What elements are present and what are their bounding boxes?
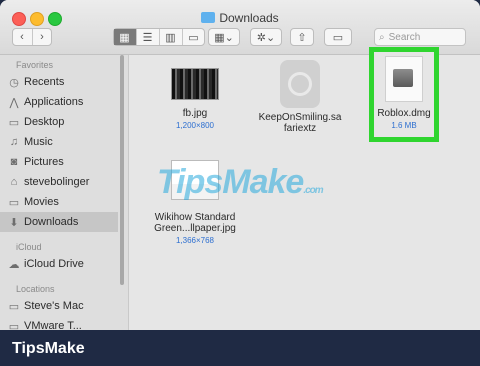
icon-view-icon[interactable]: ▦	[113, 29, 137, 45]
photo-thumbnail	[171, 68, 219, 100]
sidebar-item-movies[interactable]: ▭ Movies	[0, 192, 118, 212]
file-roblox-dmg-highlight[interactable]: Roblox.dmg 1.6 MB	[369, 47, 439, 142]
tags-button[interactable]: ▭	[324, 28, 352, 46]
home-icon: ⌂	[10, 176, 18, 188]
sidebar-section-locations: Locations	[16, 284, 55, 294]
file-keeponsmiling-safariextz[interactable]: KeepOnSmiling.sa fariextz	[250, 60, 350, 134]
sidebar-item-pictures[interactable]: ◙ Pictures	[0, 152, 118, 172]
clock-icon: ◷	[9, 76, 19, 89]
camera-icon: ◙	[10, 156, 18, 168]
sidebar-item-applications[interactable]: ⋀ Applications	[0, 92, 118, 112]
back-button[interactable]: ‹	[13, 29, 33, 45]
gear-icon: ✲⌄	[256, 31, 276, 44]
sidebar: Favorites ◷ Recents ⋀ Applications ▭ Deskto…	[0, 55, 129, 330]
computer-icon: ▭	[8, 300, 20, 313]
list-view-icon[interactable]: ☰	[137, 29, 160, 45]
sidebar-scrollbar[interactable]	[120, 55, 124, 285]
sidebar-item-steves-mac[interactable]: ▭ Steve's Mac	[0, 296, 118, 316]
forward-button[interactable]: ›	[33, 29, 52, 45]
sidebar-section-icloud: iCloud	[16, 242, 42, 252]
sidebar-item-icloud-drive[interactable]: ☁ iCloud Drive	[0, 254, 118, 274]
applications-icon: ⋀	[9, 96, 19, 109]
folder-icon	[201, 12, 216, 23]
safari-extension-icon	[280, 60, 320, 108]
file-fb-jpg[interactable]: fb.jpg 1,200×800	[160, 68, 230, 130]
group-by-button[interactable]: ▦⌄	[208, 28, 240, 46]
gallery-view-icon[interactable]: ▭	[183, 29, 205, 45]
cloud-icon: ☁	[8, 258, 20, 271]
tag-icon: ▭	[332, 31, 344, 44]
sidebar-item-recents[interactable]: ◷ Recents	[0, 72, 118, 92]
window-title: Downloads	[0, 11, 480, 25]
action-menu-button[interactable]: ✲⌄	[250, 28, 282, 46]
downloads-icon: ⬇	[9, 216, 19, 229]
watermark-logo: TipsMake.com	[157, 163, 324, 201]
view-mode-control: ▦ ☰ ▥ ▭	[113, 28, 205, 46]
music-icon: ♫	[9, 136, 19, 148]
sidebar-item-downloads[interactable]: ⬇ Downloads	[0, 212, 118, 232]
folder-icon: ▭	[8, 196, 20, 209]
disk-icon: ▭	[8, 320, 20, 331]
file-roblox-dmg[interactable]: Roblox.dmg 1.6 MB	[374, 56, 434, 130]
search-field[interactable]: ⌕ Search	[374, 28, 466, 46]
column-view-icon[interactable]: ▥	[160, 29, 183, 45]
back-forward-control: ‹ ›	[12, 28, 52, 46]
search-icon: ⌕	[379, 31, 385, 43]
sidebar-item-vmware[interactable]: ▭ VMware T...	[0, 316, 118, 330]
brand-logo: TipsMake	[12, 340, 85, 357]
sidebar-section-favorites: Favorites	[16, 60, 54, 70]
desktop-icon: ▭	[8, 116, 20, 129]
sidebar-item-desktop[interactable]: ▭ Desktop	[0, 112, 118, 132]
disk-image-icon	[385, 56, 423, 102]
share-icon: ⇧	[297, 31, 307, 44]
sidebar-item-home[interactable]: ⌂ stevebolinger	[0, 172, 118, 192]
sidebar-item-music[interactable]: ♫ Music	[0, 132, 118, 152]
share-button[interactable]: ⇧	[290, 28, 314, 46]
group-icon: ▦⌄	[214, 31, 234, 44]
finder-window: Downloads ‹ › ▦ ☰ ▥ ▭ ▦⌄ ✲⌄ ⇧ ▭ ⌕ Search…	[0, 0, 480, 330]
